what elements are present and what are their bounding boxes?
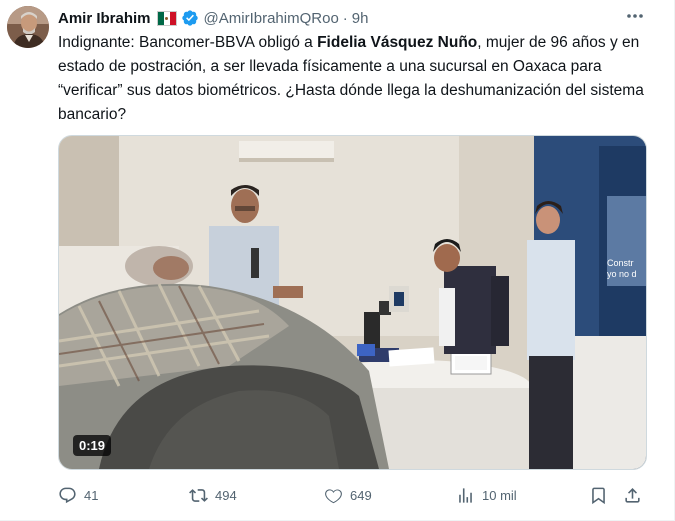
reply-icon [59,487,76,503]
mexico-flag-icon [156,10,177,26]
tweet-header: Amir Ibrahim @AmirIbrahimQRoo · 9h [58,7,368,29]
repost-count: 494 [215,487,237,503]
bookmark-button[interactable] [589,483,615,507]
bookmark-icon [592,487,605,504]
video-player[interactable]: Constr yo no d 0:19 [58,135,647,470]
tweet-text-highlight: Fidelia Vásquez Nuño [317,34,478,51]
video-frame: Constr yo no d [59,136,646,469]
repost-icon [189,488,208,502]
repost-button[interactable]: 494 [189,483,237,507]
like-count: 649 [350,487,372,503]
sign-text-2: yo no d [607,269,637,279]
reply-count: 41 [84,487,99,503]
action-bar: 41 494 649 10 mil [58,483,648,507]
heart-icon [325,488,342,503]
like-button[interactable]: 649 [324,483,372,507]
share-icon [625,487,640,503]
tweet-text: Indignante: Bancomer-BBVA obligó a Fidel… [58,31,648,127]
tweet-text-part-1: Indignante: Bancomer-BBVA obligó a [58,34,318,51]
author-handle[interactable]: @AmirIbrahimQRoo [204,10,339,27]
view-count: 10 mil [482,487,517,503]
separator: · [342,9,348,27]
views-button[interactable]: 10 mil [456,483,517,507]
share-button[interactable] [623,483,649,507]
reply-button[interactable]: 41 [58,483,98,507]
timestamp[interactable]: 9h [352,10,369,27]
tweet: Amir Ibrahim @AmirIbrahimQRoo · 9h Indig… [0,0,675,521]
avatar[interactable] [7,6,49,48]
analytics-icon [459,487,472,503]
more-options-icon[interactable] [624,6,646,26]
video-duration: 0:19 [73,435,112,456]
verified-badge-icon [181,10,198,26]
sign-text-1: Constr [607,258,634,268]
author-name[interactable]: Amir Ibrahim [58,10,151,27]
